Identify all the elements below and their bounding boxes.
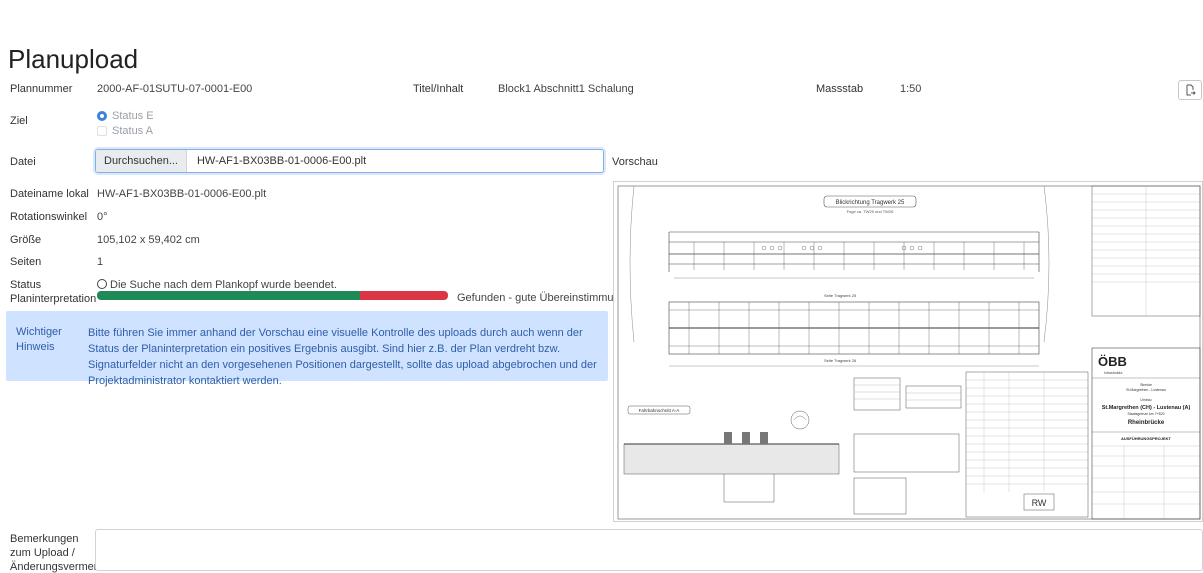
hinweis-text: Bitte führen Sie immer anhand der Vorsch…: [88, 327, 597, 387]
project-line2: St.Margrethen - Lustenau: [1126, 388, 1166, 392]
obb-logo: ÖBB: [1098, 354, 1127, 369]
project-main: St.Margrethen (CH) - Lustenau (A): [1102, 405, 1191, 411]
hinweis-alert: Wichtiger Hinweis Bitte führen Sie immer…: [6, 311, 608, 387]
status-message: Die Suche nach dem Plankopf wurde beende…: [97, 278, 337, 291]
project-name: Rheinbrücke: [1128, 420, 1165, 426]
check-circle-icon: [97, 279, 107, 289]
titel-label: Titel/Inhalt: [413, 83, 464, 95]
remarks-textarea[interactable]: [95, 529, 1203, 571]
status-label-2: Planinterpretation: [10, 293, 97, 305]
status-label: Status: [10, 279, 42, 291]
project-phase: AUSFÜHRUNGSPROJEKT: [1121, 436, 1172, 441]
plan-drawing: Blickrichtung Tragwerk 25 Fuge ca. TW25 …: [617, 185, 1201, 520]
plannummer-value: 2000-AF-01SUTU-07-0001-E00: [97, 83, 253, 95]
radio-button-unchecked[interactable]: [97, 126, 107, 136]
drawing-subtitle: Fuge ca. TW25 und TW26: [847, 209, 895, 214]
radio-status-e[interactable]: Status E: [97, 110, 154, 122]
export-icon: [1186, 84, 1196, 96]
status-message-text: Die Suche nach dem Plankopf wurde beende…: [110, 279, 337, 291]
titel-value: Block1 Abschnitt1 Schalung: [498, 83, 634, 95]
export-button[interactable]: [1178, 80, 1202, 100]
obb-logo-sub: Infrastruktur: [1104, 371, 1124, 375]
datei-label: Datei: [10, 156, 36, 168]
vorschau-label: Vorschau: [612, 156, 658, 168]
groesse-label: Größe: [10, 234, 42, 246]
section-bottom-label: Seite Tragwerk 26: [824, 358, 857, 363]
page-title: Planupload: [8, 44, 139, 74]
dateiname-label: Dateiname lokal: [10, 188, 89, 200]
massstab-label: Massstab: [816, 83, 864, 95]
radio-status-a[interactable]: Status A: [97, 125, 153, 137]
project-line1: Strecke: [1140, 383, 1152, 387]
radio-button-checked[interactable]: [97, 111, 107, 121]
massstab-value: 1:50: [900, 83, 922, 95]
seiten-value: 1: [97, 256, 104, 268]
drawing-title: Blickrichtung Tragwerk 25: [836, 200, 905, 206]
match-progress-bar: [97, 291, 448, 300]
section-top-label: Seite Tragwerk 25: [824, 293, 857, 298]
ziel-label: Ziel: [10, 115, 28, 127]
progress-bad: [360, 291, 448, 300]
dateiname-value: HW-AF1-BX03BB-01-0006-E00.plt: [97, 188, 267, 200]
stamp-text: RW: [1032, 498, 1047, 508]
file-input[interactable]: Durchsuchen... HW-AF1-BX03BB-01-0006-E00…: [95, 149, 604, 173]
radio-label: Status A: [112, 125, 153, 137]
file-name: HW-AF1-BX03BB-01-0006-E00.plt: [196, 155, 367, 167]
radio-label: Status E: [112, 110, 154, 122]
rotation-value: 0°: [97, 211, 108, 223]
plannummer-label: Plannummer: [10, 83, 73, 95]
rotation-label: Rotationswinkel: [10, 211, 88, 223]
progress-good: [97, 291, 361, 300]
remarks-label: Bemerkungen zum Upload / Änderungsvermer…: [10, 533, 110, 573]
browse-button[interactable]: Durchsuchen...: [96, 150, 187, 172]
plan-preview: Blickrichtung Tragwerk 25 Fuge ca. TW25 …: [613, 181, 1203, 522]
project-km: Staatsgrenze km 7+820: [1127, 412, 1164, 416]
groesse-value: 105,102 x 59,402 cm: [97, 234, 200, 246]
detail-title: Fahrbahnschnitt A-A: [639, 408, 680, 413]
project-line3: Umbau: [1140, 398, 1151, 402]
match-result: Gefunden - gute Übereinstimmung: [457, 292, 626, 304]
hinweis-title: Wichtiger Hinweis: [16, 326, 62, 353]
seiten-label: Seiten: [10, 256, 42, 268]
